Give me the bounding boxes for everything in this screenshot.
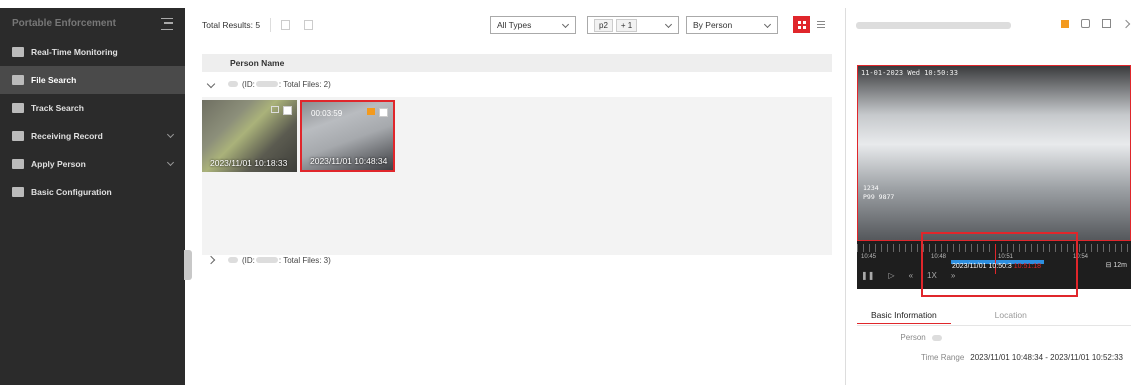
person-row: Person [900, 333, 942, 342]
device-tag: p2 [594, 18, 613, 32]
sidebar-item-real-time-monitoring[interactable]: Real-Time Monitoring [0, 38, 185, 66]
detail-header-icons [1061, 19, 1131, 28]
folder-icon [12, 75, 24, 85]
step-forward-icon[interactable]: ▷ [888, 271, 894, 280]
slow-down-icon[interactable]: « [909, 271, 913, 280]
grid-icon [797, 20, 806, 29]
chevron-down-icon [166, 158, 175, 167]
camera-icon [12, 47, 24, 57]
sidebar-item-label: Apply Person [31, 159, 86, 169]
highlight-box [921, 232, 1078, 297]
track-icon [12, 103, 24, 113]
time-range-row: Time Range 2023/11/01 10:48:34 - 2023/11/… [921, 353, 1123, 362]
config-icon [12, 187, 24, 197]
column-header: Person Name [202, 54, 832, 72]
type-select-value: All Types [497, 20, 532, 30]
toolbar-divider [270, 18, 272, 32]
sidebar-item-label: Real-Time Monitoring [31, 47, 118, 57]
osd-id-2: P99 9877 [863, 193, 895, 201]
redacted-id [255, 81, 278, 87]
group-row[interactable]: (ID: : Total Files: 3) [202, 250, 331, 270]
tab-location[interactable]: Location [981, 306, 1041, 324]
export-icon[interactable] [281, 20, 291, 30]
timeline-zoom[interactable]: ⊟ 12m [1106, 261, 1127, 269]
tab-basic-information[interactable]: Basic Information [857, 306, 951, 324]
tile-checkbox[interactable] [283, 106, 292, 115]
total-results: Total Results: 5 [202, 20, 261, 30]
sidebar-title: Portable Enforcement [12, 17, 116, 29]
tile-timestamp: 2023/11/01 10:48:34 [310, 156, 388, 166]
redacted-name [228, 81, 238, 87]
group-id-prefix: (ID: [242, 79, 255, 89]
sidebar-item-basic-configuration[interactable]: Basic Configuration [0, 178, 185, 206]
collapse-menu-icon[interactable] [161, 18, 173, 30]
group-file-count: : Total Files: 2) [278, 79, 331, 89]
sidebar-item-track-search[interactable]: Track Search [0, 94, 185, 122]
sidebar-item-label: Basic Configuration [31, 187, 112, 197]
file-tile-selected[interactable]: 00:03:59 2023/11/01 10:48:34 [300, 100, 395, 172]
flag-icon[interactable] [1061, 19, 1069, 28]
download-icon[interactable] [304, 20, 314, 30]
chevron-down-icon[interactable] [206, 79, 216, 89]
list-view-button[interactable] [812, 16, 829, 33]
chevron-down-icon [166, 130, 175, 139]
zoom-value: 12m [1113, 262, 1127, 269]
tile-duration: 00:03:59 [311, 109, 343, 118]
chevron-right-icon[interactable] [206, 255, 216, 265]
person-icon [12, 159, 24, 169]
redacted-name [228, 257, 238, 263]
main-content: Total Results: 5 All Types p2 + 1 By Per… [192, 8, 842, 385]
sidebar-toggle-handle[interactable] [184, 250, 192, 280]
lock-icon[interactable] [1081, 19, 1090, 28]
results-toolbar: Total Results: 5 All Types p2 + 1 By Per… [192, 8, 842, 42]
chevron-right-icon[interactable] [1121, 19, 1131, 28]
pause-icon[interactable]: ❚❚ [861, 271, 874, 280]
list-icon [816, 21, 825, 28]
file-tiles-area: 2023/11/01 10:18:33 00:03:59 2023/11/01 … [202, 97, 832, 255]
flag-icon[interactable] [367, 108, 375, 115]
sidebar: Portable Enforcement Real-Time Monitorin… [0, 8, 185, 385]
redacted-id [255, 257, 278, 263]
person-label: Person [900, 333, 926, 342]
document-icon [12, 131, 24, 141]
chevron-down-icon [763, 20, 772, 29]
group-row[interactable]: (ID: : Total Files: 2) [202, 74, 331, 94]
export-icon[interactable] [1102, 19, 1111, 28]
group-file-count: : Total Files: 3) [278, 255, 331, 265]
sidebar-item-label: Receiving Record [31, 131, 103, 141]
file-tile[interactable]: 2023/11/01 10:18:33 [202, 100, 297, 172]
osd-id-1: 1234 [863, 184, 879, 192]
tab-divider [857, 325, 1131, 326]
sidebar-item-file-search[interactable]: File Search [0, 66, 185, 94]
chevron-down-icon [561, 20, 570, 29]
detail-tabs: Basic Information Location [857, 306, 1041, 324]
video-osd-time: 11-01-2023 Wed 10:50:33 [861, 69, 958, 77]
tick-label: 10:45 [861, 254, 877, 260]
group-id-prefix: (ID: [242, 255, 255, 265]
time-range-label: Time Range [920, 353, 965, 362]
redacted-file-name [856, 21, 1011, 29]
sidebar-header: Portable Enforcement [0, 8, 185, 38]
chevron-down-icon [664, 20, 673, 29]
type-select[interactable]: All Types [490, 16, 576, 34]
sidebar-item-label: Track Search [31, 103, 84, 113]
video-osd-id: 1234 P99 9877 [863, 184, 894, 202]
redacted-person [932, 334, 942, 341]
device-select[interactable]: p2 + 1 [587, 16, 679, 34]
video-player[interactable]: 11-01-2023 Wed 10:50:33 1234 P99 9877 [857, 65, 1131, 241]
sidebar-item-receiving-record[interactable]: Receiving Record [0, 122, 185, 150]
sidebar-item-apply-person[interactable]: Apply Person [0, 150, 185, 178]
tile-checkbox[interactable] [379, 108, 388, 117]
tile-timestamp: 2023/11/01 10:18:33 [210, 158, 288, 168]
sidebar-item-label: File Search [31, 75, 77, 85]
device-more-tag: + 1 [615, 18, 638, 32]
top-strip [0, 0, 1131, 8]
group-by-select[interactable]: By Person [686, 16, 778, 34]
flag-icon[interactable] [271, 106, 279, 113]
grid-view-button[interactable] [793, 16, 810, 33]
detail-header [846, 8, 1131, 42]
group-by-value: By Person [693, 20, 733, 30]
time-range-value: 2023/11/01 10:48:34 - 2023/11/01 10:52:3… [970, 353, 1123, 362]
